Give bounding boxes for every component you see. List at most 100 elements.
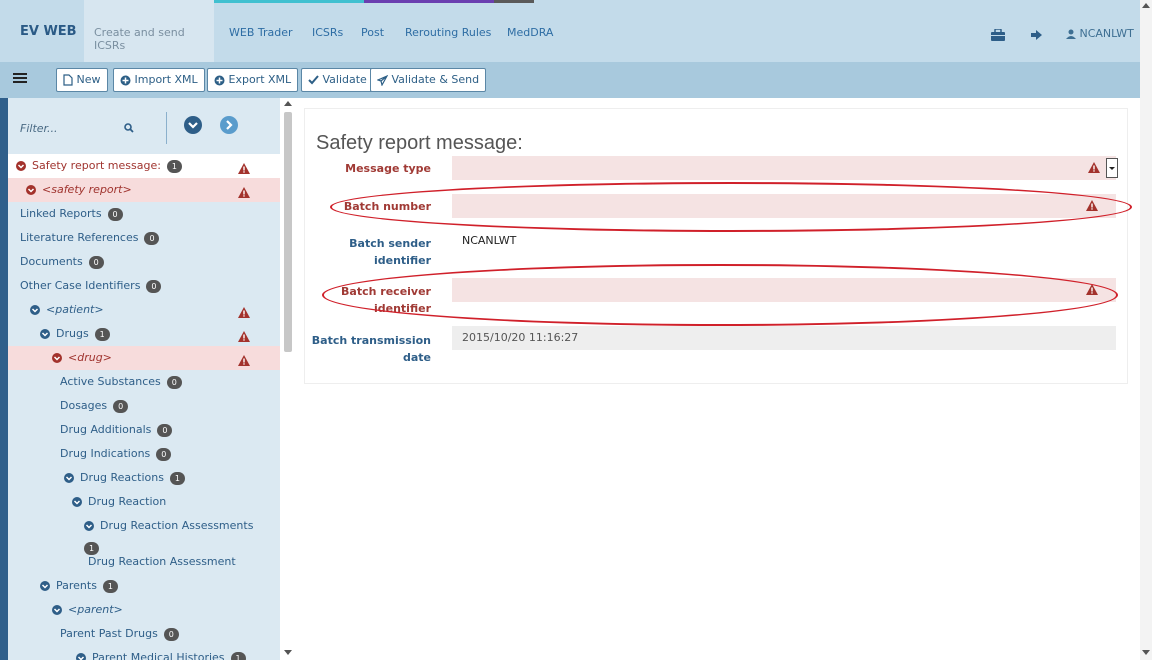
chevron-down-icon[interactable]	[52, 605, 62, 615]
tree-item[interactable]: <parent>	[8, 598, 280, 622]
tree-item-label: Safety report message:	[32, 159, 161, 172]
tree-item[interactable]: Dosages 0	[8, 394, 280, 418]
user-icon	[1066, 29, 1076, 39]
nav-post[interactable]: Post	[361, 26, 384, 39]
panel-splitter[interactable]	[280, 98, 296, 660]
chevron-down-icon[interactable]	[1106, 158, 1118, 178]
top-navigation-bar: EV WEB Create and send ICSRs WEB Trader …	[0, 0, 1140, 62]
tree-item[interactable]: <safety report>	[8, 178, 280, 202]
nav-icsrs[interactable]: ICSRs	[312, 26, 343, 39]
tree-item[interactable]: Parent Past Drugs 0	[8, 622, 280, 646]
count-badge: 1	[102, 579, 118, 593]
plus-circle-icon	[214, 75, 225, 85]
toolbar: New Import XML Export XML Validate Valid…	[0, 62, 1140, 98]
tree-item-label: Drugs	[56, 327, 89, 340]
tree-item[interactable]: Literature References 0	[8, 226, 280, 250]
filter-bar: Filter...	[8, 98, 280, 154]
username: NCANLWT	[1079, 27, 1134, 40]
count-badge: 0	[144, 231, 160, 245]
count-badge: 0	[146, 279, 162, 293]
nav-rerouting-rules[interactable]: Rerouting Rules	[405, 26, 491, 39]
tree-item[interactable]: Documents 0	[8, 250, 280, 274]
tree-item-label: <safety report>	[42, 183, 132, 196]
chevron-down-icon[interactable]	[52, 353, 62, 363]
warning-icon	[1088, 162, 1100, 173]
tree-item[interactable]: Parent Medical Histories 1	[8, 646, 280, 660]
new-button[interactable]: New	[56, 68, 108, 92]
tree-item-label: Linked Reports	[20, 207, 102, 220]
left-edge	[0, 98, 8, 660]
nav-web-trader[interactable]: WEB Trader	[229, 26, 293, 39]
tree-item-label: <patient>	[46, 303, 104, 316]
tree-item[interactable]: Linked Reports 0	[8, 202, 280, 226]
batch-sender-identifier-value: NCANLWT	[462, 234, 517, 247]
import-xml-button[interactable]: Import XML	[113, 68, 205, 92]
scroll-down-icon	[284, 650, 292, 655]
expand-all-icon[interactable]	[184, 116, 202, 134]
chevron-down-icon[interactable]	[40, 581, 50, 591]
chevron-down-icon[interactable]	[40, 329, 50, 339]
count-badge: 0	[88, 255, 104, 269]
sign-out-icon[interactable]	[1031, 28, 1043, 41]
tree-item[interactable]: Safety report message: 1	[8, 154, 280, 178]
tree-item[interactable]: <drug>	[8, 346, 280, 370]
app-window: EV WEB Create and send ICSRs WEB Trader …	[0, 0, 1152, 660]
annotation-oval	[322, 264, 1118, 326]
user-menu[interactable]: NCANLWT	[1066, 27, 1134, 40]
tree-item-label: Documents	[20, 255, 83, 268]
tree-item[interactable]: <patient>	[8, 298, 280, 322]
chevron-down-icon[interactable]	[16, 161, 26, 171]
filter-input[interactable]: Filter...	[20, 122, 58, 135]
count-badge: 1	[230, 651, 246, 660]
nav-meddra[interactable]: MedDRA	[507, 26, 553, 39]
tree-item[interactable]: Drug Additionals 0	[8, 418, 280, 442]
tree-item-label: Parent Medical Histories	[92, 651, 225, 660]
accent-bar	[494, 0, 534, 3]
chevron-down-icon[interactable]	[30, 305, 40, 315]
app-brand[interactable]: EV WEB	[20, 24, 77, 39]
count-badge: 1	[169, 471, 185, 485]
hamburger-menu-icon[interactable]	[13, 71, 27, 85]
validate-button[interactable]: Validate	[301, 68, 374, 92]
plus-circle-icon	[120, 75, 131, 85]
scroll-up-icon	[284, 101, 292, 106]
tree-item[interactable]: Active Substances 0	[8, 370, 280, 394]
scroll-down-icon	[1142, 650, 1150, 655]
main-content: Safety report message: Message type Batc…	[296, 98, 1140, 660]
tree-item-label: Drug Additionals	[60, 423, 152, 436]
tree-item[interactable]: Parents 1	[8, 574, 280, 598]
scroll-up-icon	[1142, 3, 1150, 8]
window-scrollbar[interactable]	[1140, 0, 1152, 660]
tree-item[interactable]: Other Case Identifiers 0	[8, 274, 280, 298]
check-icon	[308, 75, 319, 85]
validate-and-send-button[interactable]: Validate & Send	[370, 68, 487, 92]
collapse-all-icon[interactable]	[220, 116, 238, 134]
chevron-down-icon[interactable]	[76, 653, 86, 660]
count-badge: 0	[157, 423, 173, 437]
tree-item[interactable]: Drug Reaction Assessment	[8, 550, 280, 574]
count-badge: 0	[166, 375, 182, 389]
nav-create-send-icsrs[interactable]: Create and send ICSRs	[84, 0, 214, 62]
search-icon[interactable]	[124, 122, 134, 136]
label-batch-sender-identifier: Batch sender identifier	[349, 237, 431, 267]
chevron-down-icon[interactable]	[26, 185, 36, 195]
batch-transmission-date-field: 2015/10/20 11:16:27	[452, 326, 1116, 350]
tree-item[interactable]: Drug Reaction Assessments 1	[8, 514, 280, 555]
chevron-down-icon[interactable]	[84, 521, 94, 531]
chevron-down-icon[interactable]	[64, 473, 74, 483]
tree-item[interactable]: Drug Reaction	[8, 490, 280, 514]
label-message-type: Message type	[345, 162, 431, 175]
tree-item[interactable]: Drug Reactions 1	[8, 466, 280, 490]
tree-item-label: Drug Reactions	[80, 471, 164, 484]
tree-item[interactable]: Drugs 1	[8, 322, 280, 346]
chevron-down-icon[interactable]	[72, 497, 82, 507]
count-badge: 0	[163, 627, 179, 641]
briefcase-icon[interactable]	[991, 28, 1005, 41]
tree-item[interactable]: Drug Indications 0	[8, 442, 280, 466]
message-type-select[interactable]	[452, 156, 1118, 180]
tree-item-label: Dosages	[60, 399, 108, 412]
tree-item-label: <parent>	[68, 603, 123, 616]
send-icon	[377, 74, 388, 86]
export-xml-button[interactable]: Export XML	[207, 68, 299, 92]
count-badge: 0	[156, 447, 172, 461]
